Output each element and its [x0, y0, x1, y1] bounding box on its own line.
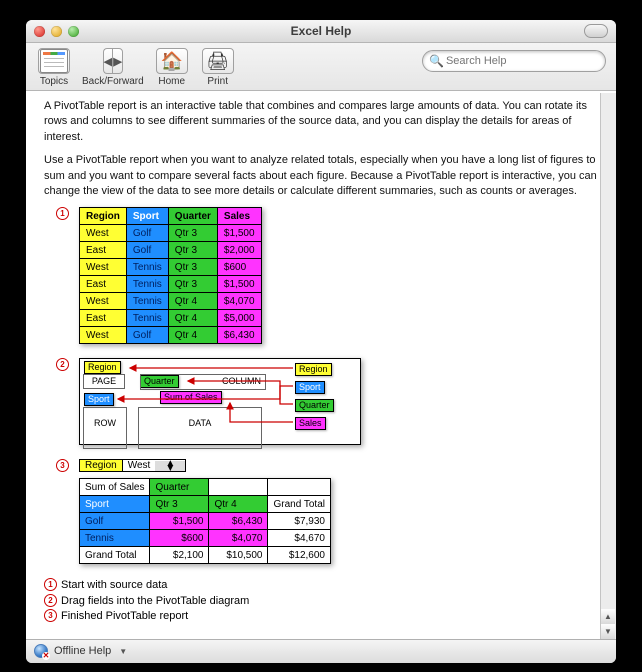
- diagram-arrows: [80, 359, 360, 444]
- figure-pivot-diagram: 2 Region PAGE Quarter COLUMN Sport Sum o…: [56, 358, 598, 445]
- home-button[interactable]: 🏠 Home: [154, 48, 190, 87]
- pivot-layout-diagram: Region PAGE Quarter COLUMN Sport Sum of …: [79, 358, 361, 445]
- callout-legend: 1Start with source data 2Drag fields int…: [44, 578, 598, 624]
- titlebar: Excel Help: [26, 20, 616, 43]
- callout-1-icon: 1: [56, 207, 69, 220]
- forward-button[interactable]: ▶: [112, 48, 122, 74]
- search-icon: 🔍: [429, 55, 444, 67]
- topics-button[interactable]: Topics: [36, 48, 72, 87]
- close-icon[interactable]: [34, 26, 45, 37]
- toolbar-toggle-button[interactable]: [584, 24, 608, 38]
- search-field[interactable]: [444, 54, 599, 68]
- callout-2-icon: 2: [56, 358, 69, 371]
- scroll-up-button[interactable]: ▲: [601, 609, 615, 624]
- intro-paragraph-2: Use a PivotTable report when you want to…: [44, 153, 598, 199]
- back-button[interactable]: ◀: [103, 48, 112, 74]
- search-input[interactable]: 🔍: [422, 50, 606, 72]
- print-button[interactable]: 🖨 Print: [200, 48, 236, 87]
- figure-pivot-result: 3 Region West ▲▼ Sum of SalesQuarter Spo…: [56, 459, 598, 564]
- scroll-down-button[interactable]: ▼: [601, 624, 615, 639]
- vertical-scrollbar[interactable]: ▲ ▼: [600, 93, 616, 639]
- status-mode: Offline Help: [54, 645, 111, 657]
- region-filter[interactable]: Region West ▲▼: [79, 459, 186, 472]
- minimize-icon[interactable]: [51, 26, 62, 37]
- home-icon: 🏠: [160, 52, 182, 70]
- legend-3: Finished PivotTable report: [61, 610, 188, 622]
- zoom-icon[interactable]: [68, 26, 79, 37]
- window-title: Excel Help: [26, 24, 616, 38]
- pivot-result-table: Sum of SalesQuarter SportQtr 3Qtr 4Grand…: [79, 478, 331, 564]
- figure-source-data: 1 Region Sport Quarter Sales WestGolfQtr…: [56, 207, 598, 344]
- help-window: Excel Help Topics ◀ ▶ Back/Forward 🏠 Hom…: [26, 20, 616, 663]
- content-area: A PivotTable report is an interactive ta…: [26, 91, 616, 639]
- chevron-left-icon: ◀: [104, 55, 112, 68]
- offline-icon: [34, 644, 48, 658]
- callout-3-icon: 3: [56, 459, 69, 472]
- traffic-lights: [26, 26, 79, 37]
- stepper-icon: ▲▼: [155, 461, 185, 471]
- topics-icon: [40, 49, 68, 73]
- status-dropdown[interactable]: ▼: [119, 647, 127, 656]
- status-bar: Offline Help ▼: [26, 639, 616, 663]
- legend-2: Drag fields into the PivotTable diagram: [61, 595, 249, 607]
- toolbar: Topics ◀ ▶ Back/Forward 🏠 Home 🖨 Print 🔍: [26, 43, 616, 91]
- chevron-right-icon: ▶: [113, 55, 121, 68]
- printer-icon: 🖨: [206, 52, 229, 70]
- back-forward-buttons: ◀ ▶ Back/Forward: [82, 48, 144, 87]
- intro-paragraph-1: A PivotTable report is an interactive ta…: [44, 99, 598, 145]
- legend-1: Start with source data: [61, 579, 167, 591]
- source-data-table: Region Sport Quarter Sales WestGolfQtr 3…: [79, 207, 262, 344]
